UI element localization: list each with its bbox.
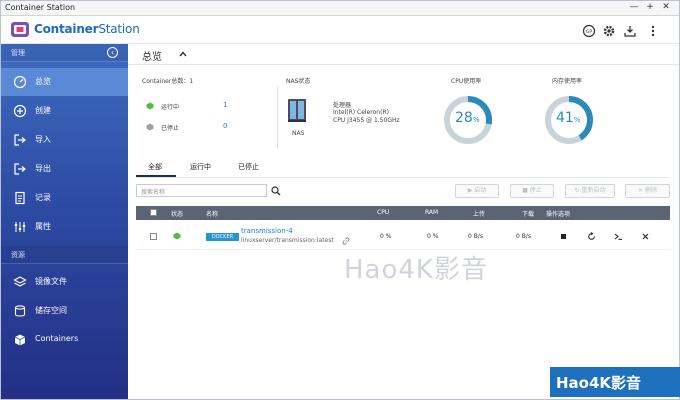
main-panel: 总览 Container总数：1 运行中 1 已停止 0 NAS状态 NAS 处… [128, 44, 679, 399]
nas-device-icon [288, 99, 306, 122]
container-total-label: Container总数：1 [142, 78, 194, 85]
brand-title: ContainerStation [34, 22, 140, 36]
running-count[interactable]: 1 [223, 101, 227, 109]
ram-cell: 0 % [427, 233, 439, 240]
import-icon [14, 134, 26, 146]
tab-running[interactable]: 运行中 [190, 162, 211, 172]
stopped-label: 已停止 [161, 125, 180, 132]
divider [136, 177, 670, 178]
table-header: 状态 名称 CPU RAM 上传 下载 操作选项 [136, 206, 670, 220]
memory-usage-value: 41% [556, 110, 581, 126]
container-station-logo [11, 22, 29, 37]
layers-icon [13, 276, 27, 287]
close-button[interactable]: ✕ [660, 2, 672, 12]
tab-all[interactable]: 全部 [148, 162, 162, 172]
window-title: Container Station [5, 3, 76, 12]
gpu-status-icon[interactable]: GP [582, 24, 596, 38]
search-input[interactable]: 搜索名称 [136, 184, 267, 197]
container-icon [14, 334, 26, 346]
row-checkbox[interactable] [150, 233, 157, 240]
export-icon [14, 163, 26, 175]
create-icon [13, 104, 27, 118]
download-tray-icon[interactable] [623, 24, 637, 38]
stop-button[interactable]: ■ 停止 [510, 184, 554, 198]
sidebar-item-storage[interactable]: 储存空间 [1, 297, 128, 325]
start-button[interactable]: ▶ 启动 [455, 184, 499, 198]
nas-label: NAS [292, 130, 305, 137]
log-icon [15, 191, 25, 205]
sidebar-item-log[interactable]: 记录 [1, 184, 128, 212]
svg-text:GP: GP [586, 29, 592, 35]
cpu-usage-label: CPU使用率 [451, 78, 482, 85]
title-bar: Container Station — + ✕ [1, 1, 679, 16]
container-name-link[interactable]: transmission-4 [241, 227, 293, 235]
watermark-text: Hao4K影音 [344, 255, 488, 285]
stopped-status-icon [146, 123, 154, 131]
dashboard-icon [13, 75, 27, 89]
sidebar: 管理 ‹ 总览 创建 导入 导出 记录 属性 资源 镜像文件 储存空间 Cont… [1, 44, 128, 399]
overview-title: 总览 [142, 52, 162, 63]
maximize-button[interactable]: + [644, 2, 656, 12]
app-header: ContainerStation GP [1, 16, 679, 44]
memory-usage-label: 内存使用率 [552, 78, 583, 85]
app-window: Container Station — + ✕ ContainerStation… [0, 0, 680, 400]
divider [277, 86, 278, 148]
link-icon[interactable] [342, 237, 350, 245]
processor-model-line2: CPU J3455 @ 1.50GHz [333, 117, 400, 124]
restart-icon[interactable] [587, 232, 596, 241]
sidebar-item-export[interactable]: 导出 [1, 155, 128, 183]
restart-button[interactable]: ↻ 重新启动 [565, 184, 615, 198]
sidebar-section-resources: 资源 [1, 246, 128, 264]
select-all-checkbox[interactable] [150, 209, 157, 216]
cpu-cell: 0 % [380, 233, 392, 240]
running-label: 运行中 [161, 104, 180, 111]
docker-badge: DOCKER [206, 233, 239, 241]
sidebar-item-containers[interactable]: Containers [1, 326, 128, 354]
more-menu-icon[interactable] [646, 24, 660, 38]
running-status-icon [173, 232, 181, 240]
sidebar-item-images[interactable]: 镜像文件 [1, 268, 128, 296]
table-row[interactable]: DOCKER transmission-4 linuxserver/transm… [136, 222, 670, 250]
cpu-usage-value: 28% [455, 110, 480, 126]
upload-cell: 0 B/s [468, 233, 483, 240]
search-icon[interactable] [271, 186, 281, 196]
gear-icon[interactable] [602, 24, 616, 38]
collapse-sidebar-button[interactable]: ‹ [107, 47, 118, 58]
minimize-button[interactable]: — [628, 2, 640, 12]
processor-label: 处理器 [333, 102, 352, 109]
storage-icon [14, 305, 26, 317]
sidebar-section-manage: 管理 ‹ [1, 44, 128, 62]
stopped-count[interactable]: 0 [223, 122, 227, 130]
sidebar-item-create[interactable]: 创建 [1, 97, 128, 125]
divider [128, 64, 679, 65]
stop-icon[interactable] [560, 233, 567, 240]
processor-model-line1: Intel(R) Celeron(R) [333, 109, 389, 116]
properties-icon [14, 222, 26, 232]
nas-status-label: NAS状态 [286, 78, 311, 85]
sidebar-item-properties[interactable]: 属性 [1, 213, 128, 241]
tab-stopped[interactable]: 已停止 [238, 162, 259, 172]
running-status-icon [146, 102, 154, 110]
download-cell: 0 B/s [516, 233, 531, 240]
sidebar-item-import[interactable]: 导入 [1, 126, 128, 154]
delete-icon[interactable] [642, 233, 649, 240]
watermark-badge: Hao4K影音 [550, 367, 680, 397]
terminal-icon[interactable] [614, 232, 623, 241]
chevron-up-icon[interactable] [179, 50, 187, 58]
sidebar-item-overview[interactable]: 总览 [1, 68, 128, 96]
container-image: linuxserver/transmission:latest [241, 237, 334, 244]
delete-button[interactable]: ✕ 删除 [625, 184, 670, 198]
